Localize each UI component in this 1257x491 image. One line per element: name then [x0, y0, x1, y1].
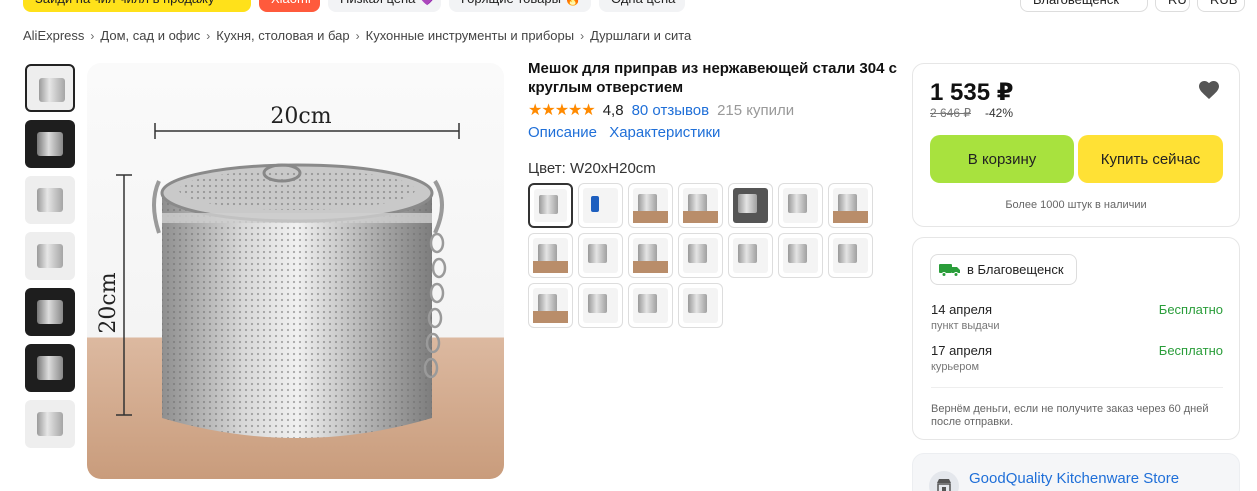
- delivery-price: Бесплатно: [1158, 302, 1223, 317]
- swatch-8[interactable]: [528, 233, 573, 278]
- add-to-cart-button[interactable]: В корзину: [930, 135, 1074, 183]
- thumbnail-4[interactable]: [25, 232, 75, 280]
- swatch-2[interactable]: [578, 183, 623, 228]
- refund-note: Вернём деньги, если не получите заказ че…: [931, 403, 1209, 428]
- breadcrumb-item-kitchen[interactable]: Кухня, столовая и бар: [216, 28, 349, 43]
- breadcrumb-item-aliexpress[interactable]: AliExpress: [23, 28, 84, 43]
- thumbnail-2[interactable]: [25, 120, 75, 168]
- image-thumbnails: [25, 64, 77, 456]
- thumbnail-3[interactable]: [25, 176, 75, 224]
- swatch-16[interactable]: [578, 283, 623, 328]
- chevron-right-icon: ›: [355, 28, 360, 43]
- width-dimension-label: 20cm: [270, 104, 331, 129]
- chevron-right-icon: ›: [206, 28, 211, 43]
- breadcrumb-item-colanders[interactable]: Дуршлаги и сита: [590, 28, 691, 43]
- color-label: Цвет: W20xH20cm: [528, 160, 656, 177]
- promo-chip[interactable]: Зайди на чил-чилл в продажу: [23, 0, 251, 12]
- old-price: 2 646 ₽: [930, 106, 971, 120]
- swatch-4[interactable]: [678, 183, 723, 228]
- swatch-13[interactable]: [778, 233, 823, 278]
- delivery-city-button[interactable]: в Благовещенск: [930, 254, 1077, 285]
- product-thumbnail-image: [37, 356, 63, 380]
- thumbnail-1[interactable]: [25, 64, 75, 112]
- thumbnail-7[interactable]: [25, 400, 75, 448]
- product-title: Мешок для приправ из нержавеющей стали 3…: [528, 60, 897, 96]
- height-dimension-label: 20cm: [96, 272, 121, 333]
- hot-items-chip[interactable]: Горящие товары 🔥: [449, 0, 591, 12]
- bought-count: 215 купили: [717, 101, 795, 119]
- swatch-3[interactable]: [628, 183, 673, 228]
- low-price-chip[interactable]: Низкая цена 💜: [328, 0, 441, 12]
- delivery-option-courier[interactable]: 17 апреля курьером Бесплатно: [931, 343, 1223, 373]
- discount-badge: -42%: [985, 106, 1014, 120]
- delivery-price: Бесплатно: [1158, 343, 1223, 358]
- swatch-9[interactable]: [578, 233, 623, 278]
- tab-specifications[interactable]: Характеристики: [609, 124, 720, 141]
- product-tabs: Описание Характеристики: [528, 124, 728, 141]
- product-thumbnail-image: [37, 244, 63, 268]
- stock-status: Более 1000 штук в наличии: [1005, 199, 1147, 211]
- price-card: 1 535 ₽ 2 646 ₽ -42% В корзину Купить се…: [912, 63, 1240, 227]
- currency-selector[interactable]: RUB: [1197, 0, 1245, 12]
- current-price: 1 535 ₽: [930, 79, 1014, 106]
- breadcrumb: AliExpress › Дом, сад и офис › Кухня, ст…: [23, 28, 691, 43]
- swatch-7[interactable]: [828, 183, 873, 228]
- swatch-14[interactable]: [828, 233, 873, 278]
- main-product-image[interactable]: 20cm 20cm: [87, 63, 504, 479]
- reviews-link[interactable]: 80 отзывов: [632, 102, 710, 119]
- heart-icon[interactable]: [1197, 78, 1221, 102]
- store-name-link[interactable]: GoodQuality Kitchenware Store: [969, 470, 1179, 487]
- steel-basket-illustration: 20cm 20cm: [96, 104, 460, 438]
- swatch-6[interactable]: [778, 183, 823, 228]
- product-thumbnail-image: [39, 78, 65, 102]
- brand-chip[interactable]: Xiaomi: [259, 0, 320, 12]
- one-price-chip[interactable]: Одна цена: [599, 0, 685, 12]
- swatch-15[interactable]: [528, 283, 573, 328]
- delivery-city-label: в Благовещенск: [967, 262, 1064, 277]
- thumbnail-6[interactable]: [25, 344, 75, 392]
- swatch-12[interactable]: [728, 233, 773, 278]
- buy-now-button[interactable]: Купить сейчас: [1078, 135, 1223, 183]
- rating-score: 4,8: [602, 101, 624, 119]
- thumbnail-5[interactable]: [25, 288, 75, 336]
- chevron-right-icon: ›: [580, 28, 585, 43]
- truck-icon: [939, 263, 960, 277]
- star-rating-icon: ★★★★★: [528, 102, 596, 119]
- delivery-method: курьером: [931, 361, 980, 373]
- product-thumbnail-image: [37, 132, 63, 156]
- delivery-card: в Благовещенск 14 апреля пункт выдачи Бе…: [912, 237, 1240, 440]
- swatch-18[interactable]: [678, 283, 723, 328]
- city-selector[interactable]: Благовещенск: [1020, 0, 1148, 12]
- language-selector[interactable]: RU: [1155, 0, 1190, 12]
- breadcrumb-item-home-garden[interactable]: Дом, сад и офис: [100, 28, 200, 43]
- product-thumbnail-image: [37, 188, 63, 212]
- delivery-method: пункт выдачи: [931, 320, 1000, 332]
- tab-description[interactable]: Описание: [528, 124, 597, 141]
- rating-row: ★★★★★ 4,8 80 отзывов 215 купили: [528, 100, 794, 120]
- swatch-10[interactable]: [628, 233, 673, 278]
- chevron-right-icon: ›: [90, 28, 95, 43]
- store-icon: [929, 471, 959, 491]
- breadcrumb-item-kitchen-tools[interactable]: Кухонные инструменты и приборы: [366, 28, 574, 43]
- divider: [931, 387, 1223, 388]
- swatch-11[interactable]: [678, 233, 723, 278]
- swatch-17[interactable]: [628, 283, 673, 328]
- store-card[interactable]: GoodQuality Kitchenware Store: [912, 453, 1240, 491]
- swatch-1[interactable]: [528, 183, 573, 228]
- top-chips-bar: Зайди на чил-чилл в продажу Xiaomi Низка…: [0, 0, 1257, 12]
- delivery-option-pickup[interactable]: 14 апреля пункт выдачи Бесплатно: [931, 302, 1223, 332]
- product-thumbnail-image: [37, 300, 63, 324]
- swatch-5[interactable]: [728, 183, 773, 228]
- product-thumbnail-image: [37, 412, 63, 436]
